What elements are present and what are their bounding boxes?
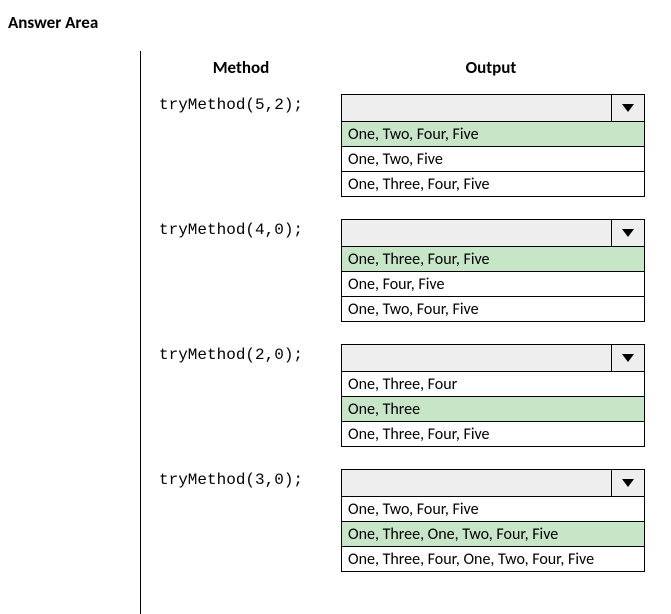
dropdown-option[interactable]: One, Four, Five	[341, 272, 645, 297]
dropdown-option[interactable]: One, Three, One, Two, Four, Five	[341, 522, 645, 547]
dropdown-option[interactable]: One, Three, Four, Five	[341, 172, 645, 197]
method-call-label: tryMethod(3,0);	[141, 469, 341, 489]
chevron-down-icon[interactable]	[612, 95, 644, 121]
dropdown-option[interactable]: One, Three, Four, Five	[341, 247, 645, 272]
dropdown-option[interactable]: One, Three, Four	[341, 372, 645, 397]
output-block: One, Three, Four, FiveOne, Four, FiveOne…	[341, 219, 645, 322]
output-block: One, Two, Four, FiveOne, Three, One, Two…	[341, 469, 645, 572]
output-dropdown[interactable]	[341, 469, 645, 497]
dropdown-selected-value	[342, 470, 612, 496]
dropdown-selected-value	[342, 345, 612, 371]
output-block: One, Three, FourOne, ThreeOne, Three, Fo…	[341, 344, 645, 447]
method-row: tryMethod(2,0);One, Three, FourOne, Thre…	[141, 344, 671, 447]
method-call-label: tryMethod(4,0);	[141, 219, 341, 239]
dropdown-selected-value	[342, 220, 612, 246]
output-dropdown[interactable]	[341, 344, 645, 372]
dropdown-option[interactable]: One, Three, Four, Five	[341, 422, 645, 447]
method-row: tryMethod(4,0);One, Three, Four, FiveOne…	[141, 219, 671, 322]
chevron-down-icon[interactable]	[612, 470, 644, 496]
dropdown-selected-value	[342, 95, 612, 121]
chevron-down-icon[interactable]	[612, 220, 644, 246]
header-method: Method	[141, 57, 341, 78]
page-title: Answer Area	[0, 12, 671, 33]
method-row: tryMethod(5,2);One, Two, Four, FiveOne, …	[141, 94, 671, 197]
dropdown-option[interactable]: One, Two, Five	[341, 147, 645, 172]
header-output: Output	[341, 57, 641, 78]
method-row: tryMethod(3,0);One, Two, Four, FiveOne, …	[141, 469, 671, 572]
chevron-down-icon[interactable]	[612, 345, 644, 371]
method-call-label: tryMethod(2,0);	[141, 344, 341, 364]
dropdown-option[interactable]: One, Two, Four, Five	[341, 497, 645, 522]
answer-area: Method Output tryMethod(5,2);One, Two, F…	[140, 51, 671, 614]
output-dropdown[interactable]	[341, 94, 645, 122]
dropdown-option[interactable]: One, Two, Four, Five	[341, 297, 645, 322]
dropdown-option[interactable]: One, Three, Four, One, Two, Four, Five	[341, 547, 645, 572]
output-dropdown[interactable]	[341, 219, 645, 247]
header-row: Method Output	[141, 57, 671, 78]
output-block: One, Two, Four, FiveOne, Two, FiveOne, T…	[341, 94, 645, 197]
method-call-label: tryMethod(5,2);	[141, 94, 341, 114]
dropdown-option[interactable]: One, Three	[341, 397, 645, 422]
dropdown-option[interactable]: One, Two, Four, Five	[341, 122, 645, 147]
